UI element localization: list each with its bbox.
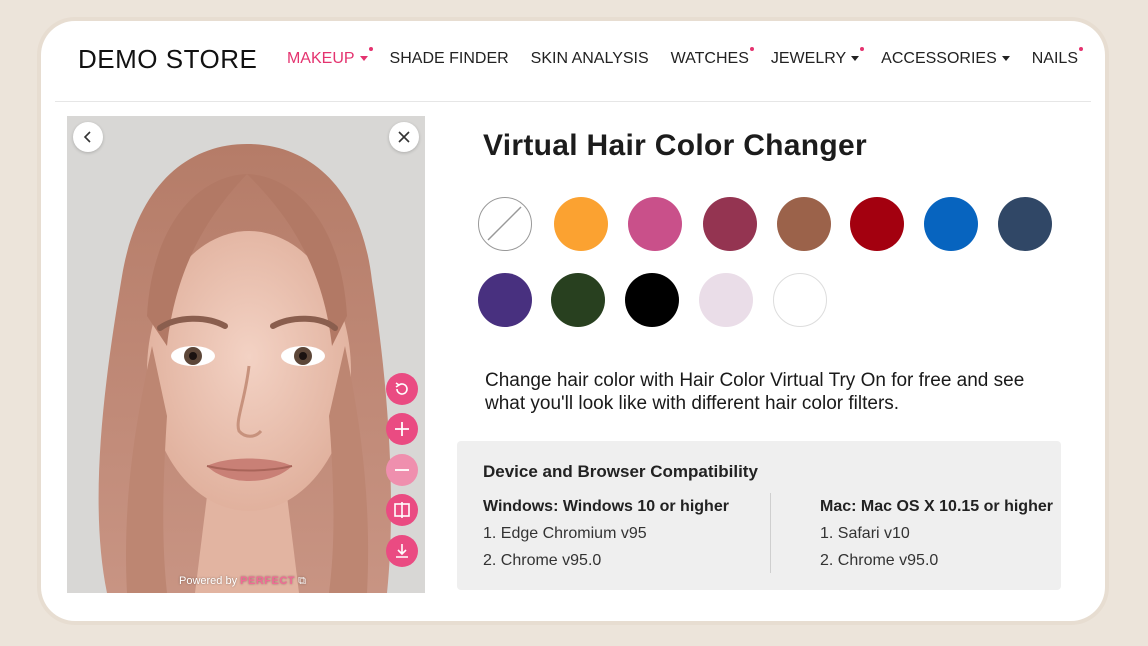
compatibility-panel: Device and Browser Compatibility Windows… xyxy=(457,441,1061,590)
reset-button[interactable] xyxy=(386,373,418,405)
nav-item-jewelry[interactable]: JEWELRY xyxy=(770,47,865,68)
nav-item-label: SHADE FINDER xyxy=(389,50,509,67)
app-frame: DEMO STORE MAKEUP SHADE FINDER SKIN ANAL… xyxy=(41,21,1105,621)
zoom-in-icon xyxy=(395,422,409,436)
mac-item: 2. Chrome v95.0 xyxy=(820,552,939,569)
windows-column: Windows: Windows 10 or higher 1. Edge Ch… xyxy=(483,498,729,579)
swatch-pink[interactable] xyxy=(628,197,682,251)
swatch-dark-green[interactable] xyxy=(551,273,605,327)
mac-column: Mac: Mac OS X 10.15 or higher 1. Safari … xyxy=(820,498,1053,579)
compare-icon xyxy=(394,502,410,518)
nav-item-nails[interactable]: NAILS xyxy=(1031,47,1083,68)
close-icon xyxy=(398,131,410,143)
back-button[interactable] xyxy=(73,122,103,152)
nav-item-label: WATCHES xyxy=(670,50,749,67)
swatch-white[interactable] xyxy=(773,273,827,327)
notification-dot xyxy=(368,47,373,51)
caret-down-icon xyxy=(851,56,860,62)
powered-by[interactable]: Powered by PERFECT ⧉ xyxy=(179,575,306,588)
caret-down-icon xyxy=(1001,56,1010,62)
store-logo[interactable]: DEMO STORE xyxy=(78,44,257,75)
swatch-blue[interactable] xyxy=(924,197,978,251)
caret-down-icon xyxy=(359,56,368,62)
powered-by-brand: PERFECT xyxy=(240,575,295,587)
swatch-brown[interactable] xyxy=(777,197,831,251)
windows-item: 1. Edge Chromium v95 xyxy=(483,525,647,542)
nav-item-makeup[interactable]: MAKEUP xyxy=(286,47,373,68)
windows-item: 2. Chrome v95.0 xyxy=(483,552,602,569)
description-text: Change hair color with Hair Color Virtua… xyxy=(485,370,1025,414)
reset-icon xyxy=(395,382,408,395)
swatch-light-pink[interactable] xyxy=(699,273,753,327)
nav-item-label: MAKEUP xyxy=(286,50,355,67)
close-button[interactable] xyxy=(389,122,419,152)
nav-item-watches[interactable]: WATCHES xyxy=(670,47,754,68)
download-icon xyxy=(396,544,408,558)
download-button[interactable] xyxy=(386,535,418,567)
nav-item-shade-finder[interactable]: SHADE FINDER xyxy=(390,50,509,68)
nav-item-label: JEWELRY xyxy=(770,50,847,67)
mac-heading: Mac: Mac OS X 10.15 or higher xyxy=(820,498,1053,515)
chevron-left-icon xyxy=(83,131,91,143)
swatch-purple[interactable] xyxy=(478,273,532,327)
column-divider xyxy=(770,493,771,573)
notification-dot xyxy=(1079,47,1083,51)
mac-item: 1. Safari v10 xyxy=(820,525,910,542)
swatch-orange[interactable] xyxy=(554,197,608,251)
external-link-icon: ⧉ xyxy=(298,575,306,587)
tryon-viewer[interactable]: Powered by PERFECT ⧉ xyxy=(67,116,425,593)
top-navbar: DEMO STORE MAKEUP SHADE FINDER SKIN ANAL… xyxy=(55,21,1091,102)
nav-item-label: ACCESSORIES xyxy=(881,50,997,67)
zoom-out-icon xyxy=(395,469,409,471)
powered-by-prefix: Powered by xyxy=(179,575,238,587)
swatch-black[interactable] xyxy=(625,273,679,327)
nav-item-skin-analysis[interactable]: SKIN ANALYSIS xyxy=(531,50,649,68)
windows-heading: Windows: Windows 10 or higher xyxy=(483,498,729,515)
swatch-navy[interactable] xyxy=(998,197,1052,251)
compare-button[interactable] xyxy=(386,494,418,526)
main-nav: MAKEUP SHADE FINDER SKIN ANALYSIS WATCHE… xyxy=(265,47,1083,68)
compatibility-title: Device and Browser Compatibility xyxy=(483,462,758,481)
nav-item-accessories[interactable]: ACCESSORIES xyxy=(881,50,1010,68)
nav-item-label: NAILS xyxy=(1031,50,1078,67)
portrait-photo xyxy=(67,116,425,593)
swatch-red[interactable] xyxy=(850,197,904,251)
no-color-icon xyxy=(487,206,522,241)
swatch-none[interactable] xyxy=(478,197,532,251)
swatch-wine[interactable] xyxy=(703,197,757,251)
zoom-in-button[interactable] xyxy=(386,413,418,445)
notification-dot xyxy=(749,47,754,51)
zoom-out-button[interactable] xyxy=(386,454,418,486)
page-title: Virtual Hair Color Changer xyxy=(483,129,867,162)
nav-item-label: SKIN ANALYSIS xyxy=(530,50,649,67)
notification-dot xyxy=(860,47,865,51)
